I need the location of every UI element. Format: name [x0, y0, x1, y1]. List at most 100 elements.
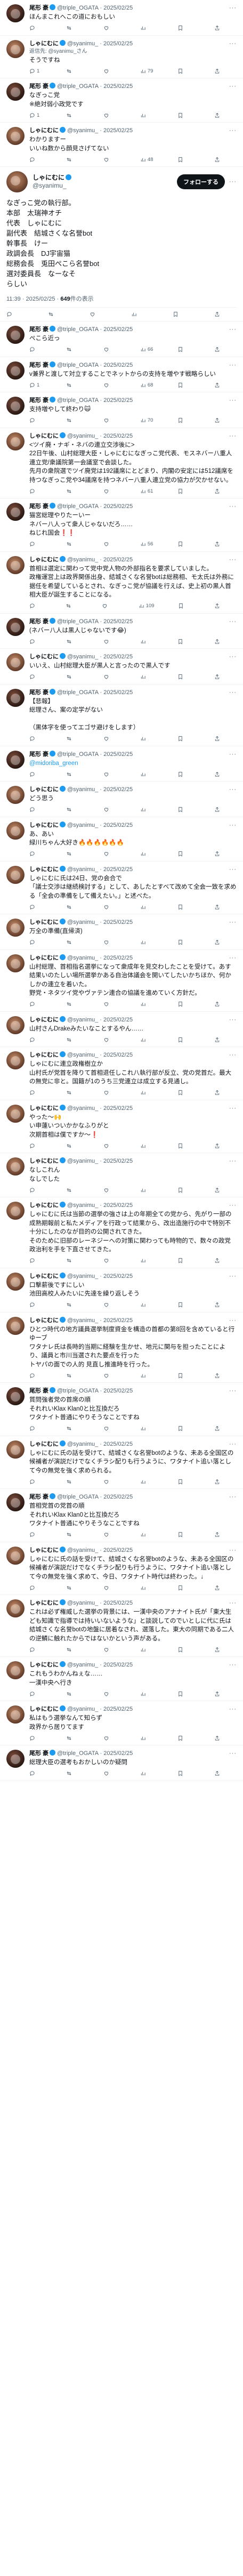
- bookmark-action[interactable]: [177, 541, 190, 548]
- avatar[interactable]: [6, 954, 25, 972]
- retweet-action[interactable]: [66, 1584, 79, 1591]
- avatar[interactable]: [6, 39, 25, 58]
- retweet-action[interactable]: [66, 1186, 79, 1194]
- bookmark-action[interactable]: [177, 25, 190, 32]
- reply-action[interactable]: [29, 1734, 42, 1742]
- share-action[interactable]: [214, 1690, 227, 1697]
- more-icon[interactable]: ···: [229, 179, 237, 185]
- mention-link[interactable]: @midoriba_green: [29, 760, 78, 767]
- more-icon[interactable]: ···: [229, 83, 237, 91]
- avatar[interactable]: [6, 653, 25, 671]
- user-name[interactable]: しゃにむに: [29, 557, 59, 563]
- more-icon[interactable]: ···: [229, 432, 237, 440]
- like-action[interactable]: [103, 735, 116, 743]
- share-action[interactable]: [214, 939, 227, 946]
- avatar[interactable]: [6, 1051, 25, 1069]
- views-action[interactable]: [131, 311, 144, 317]
- retweet-action[interactable]: [66, 25, 79, 32]
- retweet-action[interactable]: [66, 1301, 79, 1309]
- user-name[interactable]: しゃにむに: [29, 1706, 59, 1712]
- tweet[interactable]: しゃにむに @syanimu_ · 2025/02/25 ··· 山村さんDrak…: [0, 1012, 243, 1047]
- like-action[interactable]: [103, 1142, 116, 1149]
- share-action[interactable]: [214, 541, 227, 548]
- bookmark-action[interactable]: [177, 111, 190, 119]
- share-action[interactable]: [214, 1036, 227, 1043]
- like-action[interactable]: [103, 638, 116, 645]
- reply-action[interactable]: [29, 541, 42, 548]
- more-icon[interactable]: ···: [229, 618, 237, 626]
- tweet[interactable]: 尾形 豪 @triple_OGATA · 2025/02/25 ··· 総理大臣の…: [0, 1745, 243, 1781]
- bookmark-action[interactable]: [177, 1089, 190, 1097]
- share-action[interactable]: [214, 1142, 227, 1149]
- retweet-action[interactable]: [66, 67, 79, 75]
- more-icon[interactable]: ···: [229, 1599, 237, 1607]
- like-action[interactable]: [103, 1257, 116, 1265]
- share-action[interactable]: [214, 346, 227, 353]
- retweet-action[interactable]: [66, 417, 79, 424]
- retweet-action[interactable]: [66, 850, 79, 858]
- tweet[interactable]: しゃにむに @syanimu_ · 2025/02/25 ··· 首相は選定に関わ…: [0, 552, 243, 614]
- reply-action[interactable]: [29, 673, 42, 681]
- reply-action[interactable]: 1: [29, 381, 42, 389]
- reply-action[interactable]: [29, 1186, 42, 1194]
- bookmark-action[interactable]: [177, 487, 190, 495]
- tweet[interactable]: 尾形 豪 @triple_OGATA · 2025/02/25 ··· 首相党首の…: [0, 1489, 243, 1542]
- share-action[interactable]: [214, 381, 227, 389]
- more-icon[interactable]: ···: [229, 1440, 237, 1448]
- reply-action[interactable]: [29, 1142, 42, 1149]
- retweet-action[interactable]: [66, 1089, 79, 1097]
- tweet[interactable]: しゃにむに @syanimu_ · 2025/02/25 ··· 山村総理、首相指…: [0, 950, 243, 1012]
- share-action[interactable]: [214, 487, 227, 495]
- views-action[interactable]: [140, 1089, 153, 1097]
- user-name[interactable]: 尾形 豪: [29, 83, 48, 90]
- share-action[interactable]: [214, 1257, 227, 1265]
- reply-action[interactable]: [29, 25, 42, 32]
- views-action[interactable]: 68: [140, 381, 153, 389]
- share-action[interactable]: [214, 1301, 227, 1309]
- bookmark-action[interactable]: [177, 1584, 190, 1591]
- user-name[interactable]: しゃにむに: [29, 433, 59, 439]
- tweet[interactable]: しゃにむに @syanimu_ · 2025/02/25 ··· しゃにむに氏は当…: [0, 1197, 243, 1268]
- views-action[interactable]: [140, 1257, 153, 1265]
- user-name[interactable]: しゃにむに: [29, 1441, 59, 1447]
- avatar[interactable]: [6, 326, 25, 344]
- views-action[interactable]: [140, 1186, 153, 1194]
- user-name[interactable]: しゃにむに: [29, 786, 59, 793]
- retweet-action[interactable]: [66, 111, 79, 119]
- bookmark-action[interactable]: [177, 1257, 190, 1265]
- tweet[interactable]: しゃにむに @syanimu_ · 2025/02/25 ··· 口撃薪後ですにし…: [0, 1268, 243, 1313]
- bookmark-action[interactable]: [177, 1690, 190, 1697]
- tweet[interactable]: 尾形 豪 @triple_OGATA · 2025/02/25 ··· ぺこら近っ…: [0, 321, 243, 357]
- avatar[interactable]: [6, 127, 25, 145]
- avatar[interactable]: [6, 171, 28, 192]
- user-name[interactable]: しゃにむに: [29, 1547, 59, 1553]
- like-action[interactable]: [103, 156, 116, 163]
- share-action[interactable]: [214, 25, 227, 32]
- avatar[interactable]: [6, 1202, 25, 1220]
- reply-action[interactable]: [29, 1478, 42, 1485]
- bookmark-action[interactable]: [177, 1036, 190, 1043]
- retweet-action[interactable]: [48, 311, 61, 317]
- share-action[interactable]: [214, 850, 227, 858]
- views-action[interactable]: [140, 1690, 153, 1697]
- like-action[interactable]: [103, 1372, 116, 1379]
- bookmark-action[interactable]: [177, 1734, 190, 1742]
- tweet[interactable]: しゃにむに @syanimu_ · 2025/02/25 ··· しゃにむに氏の話…: [0, 1436, 243, 1489]
- views-action[interactable]: [140, 1770, 153, 1777]
- avatar[interactable]: [6, 919, 25, 937]
- user-name[interactable]: 尾形 豪: [29, 503, 48, 510]
- tweet[interactable]: しゃにむに @syanimu_ · 2025/02/25 ··· <ツイ廃・ナギ・…: [0, 428, 243, 498]
- bookmark-action[interactable]: [177, 67, 190, 75]
- user-name[interactable]: 尾形 豪: [29, 326, 48, 333]
- reply-action[interactable]: 1: [29, 67, 42, 75]
- reply-action[interactable]: [29, 487, 42, 495]
- share-action[interactable]: [214, 1531, 227, 1539]
- views-action[interactable]: [140, 673, 153, 681]
- tweet[interactable]: しゃにむに @syanimu_ · 2025/02/25 ··· 万全の準備(直帰…: [0, 914, 243, 950]
- more-icon[interactable]: ···: [229, 40, 237, 48]
- more-icon[interactable]: ···: [229, 1387, 237, 1395]
- share-action[interactable]: [214, 1425, 227, 1432]
- reply-action[interactable]: [6, 311, 19, 317]
- like-action[interactable]: [103, 1584, 116, 1591]
- tweet[interactable]: しゃにむに @syanimu_ · 2025/02/25 ··· いいえ、山村総理…: [0, 649, 243, 685]
